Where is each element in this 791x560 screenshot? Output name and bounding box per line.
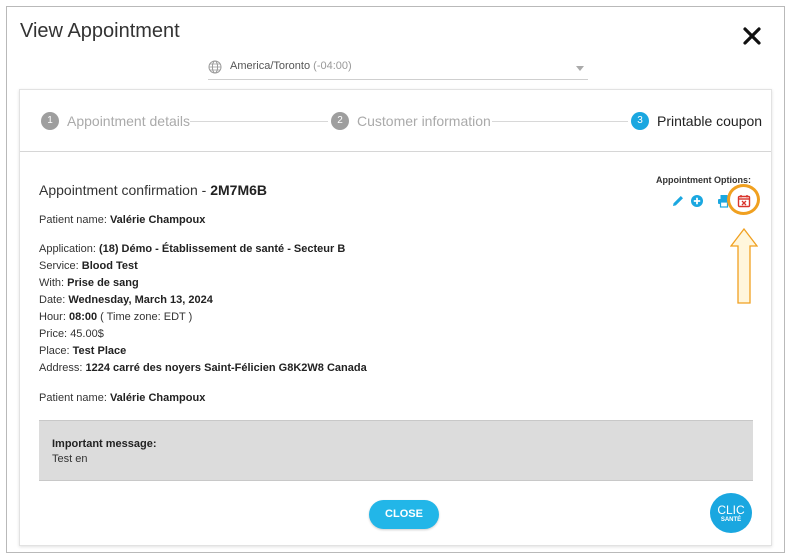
appointment-options-label: Appointment Options: <box>656 175 751 185</box>
chevron-down-icon <box>576 66 584 71</box>
with-row: With: Prise de sang <box>39 277 139 289</box>
close-icon[interactable] <box>741 25 763 47</box>
timezone-select[interactable]: America/Toronto (-04:00) <box>208 56 588 80</box>
patient-name-row: Patient name: Valérie Champoux <box>39 392 206 404</box>
highlight-ring <box>727 184 760 215</box>
view-appointment-dialog: View Appointment America/Toronto (-04:00… <box>6 6 785 553</box>
application-row: Application: (18) Démo - Établissement d… <box>39 243 346 255</box>
appointment-card: 1 Appointment details 2 Customer informa… <box>19 89 772 546</box>
important-message-box: Important message: Test en <box>39 420 753 481</box>
step-appointment-details[interactable]: 1 Appointment details <box>41 112 190 130</box>
stepper: 1 Appointment details 2 Customer informa… <box>20 90 771 152</box>
edit-icon[interactable] <box>671 194 685 208</box>
patient-name-row: Patient name: Valérie Champoux <box>39 214 206 226</box>
price-row: Price: 45.00$ <box>39 328 104 340</box>
confirmation-code: 2M7M6B <box>210 182 267 198</box>
hour-row: Hour: 08:00 ( Time zone: EDT ) <box>39 311 193 323</box>
place-row: Place: Test Place <box>39 345 127 357</box>
arrow-up-annotation <box>730 228 758 304</box>
clic-sante-logo: CLIC SANTÉ <box>710 493 752 533</box>
add-icon[interactable] <box>690 194 704 208</box>
step-printable-coupon[interactable]: 3 Printable coupon <box>631 112 762 130</box>
timezone-value: America/Toronto (-04:00) <box>230 60 352 72</box>
step-connector <box>190 121 328 122</box>
close-button[interactable]: CLOSE <box>369 500 439 529</box>
address-row: Address: 1224 carré des noyers Saint-Fél… <box>39 362 367 374</box>
confirmation-heading: Appointment confirmation - 2M7M6B <box>39 182 267 198</box>
message-title: Important message: <box>52 438 157 450</box>
message-body: Test en <box>52 453 88 465</box>
service-row: Service: Blood Test <box>39 260 138 272</box>
step-connector <box>492 121 628 122</box>
globe-icon <box>208 60 222 74</box>
step-customer-information[interactable]: 2 Customer information <box>331 112 491 130</box>
dialog-title: View Appointment <box>20 20 180 42</box>
date-row: Date: Wednesday, March 13, 2024 <box>39 294 213 306</box>
